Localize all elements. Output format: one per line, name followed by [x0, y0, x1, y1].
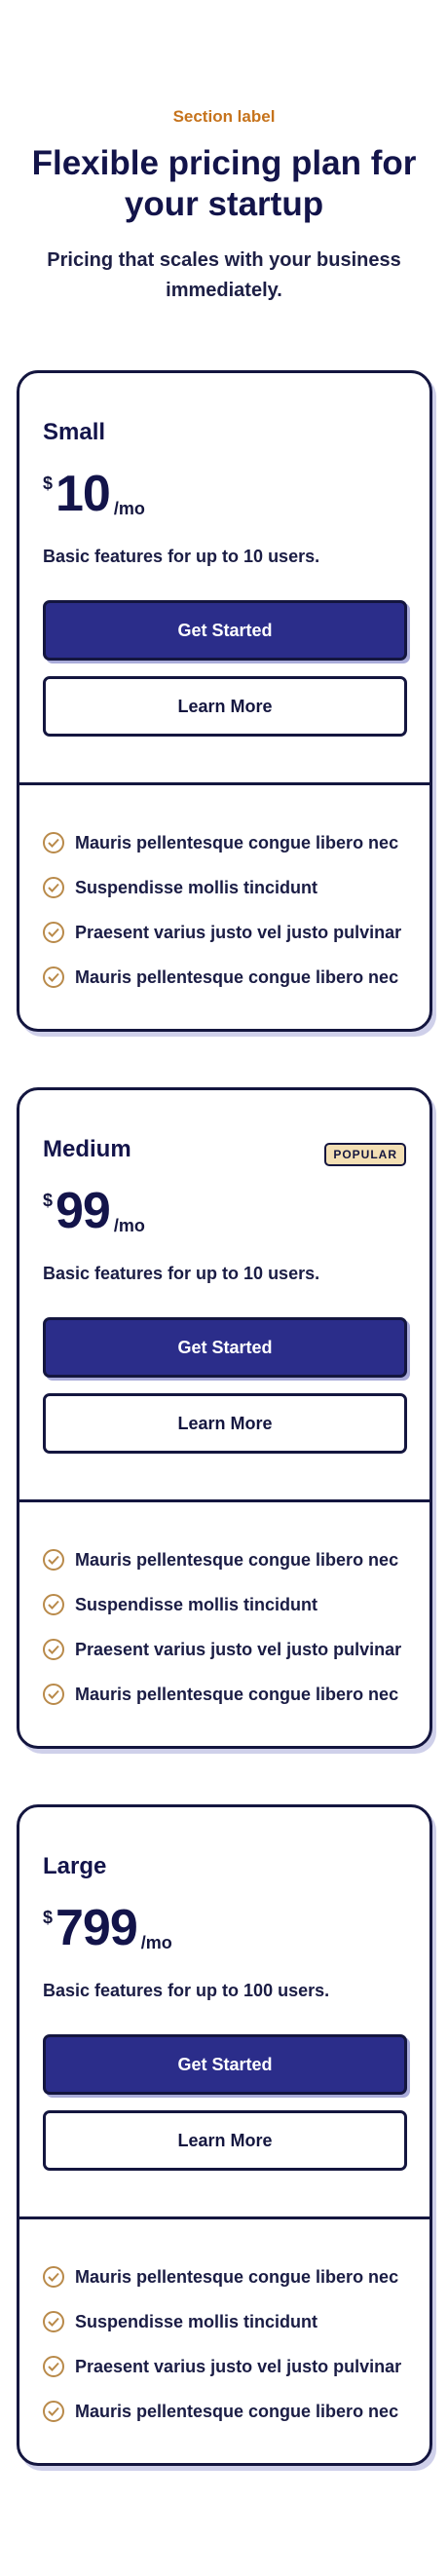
feature-item: Mauris pellentesque congue libero nec: [43, 1537, 429, 1582]
plan-description: Basic features for up to 100 users.: [43, 1981, 330, 2000]
price: $ 10 /mo: [43, 467, 406, 523]
currency-symbol: $: [43, 1191, 54, 1210]
price-amount: 99: [56, 1183, 111, 1239]
learn-more-button[interactable]: Learn More: [43, 676, 407, 737]
check-circle-icon: [43, 966, 64, 988]
feature-item: Mauris pellentesque congue libero nec: [43, 955, 429, 1000]
feature-text: Mauris pellentesque congue libero nec: [75, 2266, 399, 2287]
feature-item: Praesent varius justo vel justo pulvinar: [43, 1627, 429, 1672]
price-amount: 10: [56, 466, 111, 522]
feature-list: Mauris pellentesque congue libero nec Su…: [19, 1502, 429, 1746]
feature-item: Mauris pellentesque congue libero nec: [43, 1672, 429, 1717]
check-circle-icon: [43, 1639, 64, 1660]
feature-text: Praesent varius justo vel justo pulvinar: [75, 922, 402, 942]
page-title: Flexible pricing plan for your startup: [31, 144, 417, 223]
plan-description: Basic features for up to 10 users.: [43, 1264, 320, 1283]
feature-text: Suspendisse mollis tincidunt: [75, 1594, 318, 1614]
feature-text: Suspendisse mollis tincidunt: [75, 2311, 318, 2331]
feature-item: Suspendisse mollis tincidunt: [43, 2299, 429, 2344]
learn-more-button[interactable]: Learn More: [43, 1393, 407, 1454]
section-label: Section label: [172, 107, 276, 126]
plan-description: Basic features for up to 10 users.: [43, 547, 320, 566]
price-period: /mo: [113, 499, 145, 518]
currency-symbol: $: [43, 1908, 54, 1927]
feature-item: Suspendisse mollis tincidunt: [43, 865, 429, 910]
feature-list: Mauris pellentesque congue libero nec Su…: [19, 2219, 429, 2463]
check-circle-icon: [43, 2266, 64, 2288]
check-circle-icon: [43, 1549, 64, 1571]
plan-name: Small: [43, 419, 106, 445]
price-period: /mo: [140, 1933, 172, 1952]
check-circle-icon: [43, 877, 64, 898]
price: $ 99 /mo: [43, 1184, 406, 1240]
check-circle-icon: [43, 2311, 64, 2332]
learn-more-button[interactable]: Learn More: [43, 2110, 407, 2171]
feature-item: Praesent varius justo vel justo pulvinar: [43, 910, 429, 955]
feature-item: Mauris pellentesque congue libero nec: [43, 2254, 429, 2299]
plan-card-medium: POPULAR Medium $ 99 /mo Basic features f…: [17, 1087, 432, 1749]
feature-text: Praesent varius justo vel justo pulvinar: [75, 1639, 402, 1659]
feature-text: Mauris pellentesque congue libero nec: [75, 1549, 399, 1570]
check-circle-icon: [43, 922, 64, 943]
feature-item: Mauris pellentesque congue libero nec: [43, 820, 429, 865]
feature-text: Mauris pellentesque congue libero nec: [75, 2401, 399, 2421]
page-subtitle: Pricing that scales with your business i…: [47, 249, 401, 301]
check-circle-icon: [43, 1684, 64, 1705]
check-circle-icon: [43, 1594, 64, 1615]
price: $ 799 /mo: [43, 1901, 406, 1957]
check-circle-icon: [43, 2401, 64, 2422]
feature-list: Mauris pellentesque congue libero nec Su…: [19, 785, 429, 1029]
get-started-button[interactable]: Get Started: [43, 2034, 407, 2095]
price-period: /mo: [113, 1216, 145, 1235]
plan-card-small: Small $ 10 /mo Basic features for up to …: [17, 370, 432, 1032]
check-circle-icon: [43, 832, 64, 853]
get-started-button[interactable]: Get Started: [43, 600, 407, 661]
pricing-hero: Section label Flexible pricing plan for …: [0, 0, 448, 306]
feature-item: Suspendisse mollis tincidunt: [43, 1582, 429, 1627]
price-amount: 799: [56, 1900, 138, 1956]
feature-text: Praesent varius justo vel justo pulvinar: [75, 2356, 402, 2376]
get-started-button[interactable]: Get Started: [43, 1317, 407, 1378]
check-circle-icon: [43, 2356, 64, 2377]
feature-text: Mauris pellentesque congue libero nec: [75, 832, 399, 852]
feature-item: Mauris pellentesque congue libero nec: [43, 2389, 429, 2434]
plan-card-large: Large $ 799 /mo Basic features for up to…: [17, 1804, 432, 2466]
feature-text: Mauris pellentesque congue libero nec: [75, 966, 399, 987]
feature-text: Mauris pellentesque congue libero nec: [75, 1684, 399, 1704]
currency-symbol: $: [43, 474, 54, 493]
plan-name: Large: [43, 1853, 107, 1879]
popular-badge: POPULAR: [324, 1143, 406, 1166]
feature-item: Praesent varius justo vel justo pulvinar: [43, 2344, 429, 2389]
feature-text: Suspendisse mollis tincidunt: [75, 877, 318, 897]
